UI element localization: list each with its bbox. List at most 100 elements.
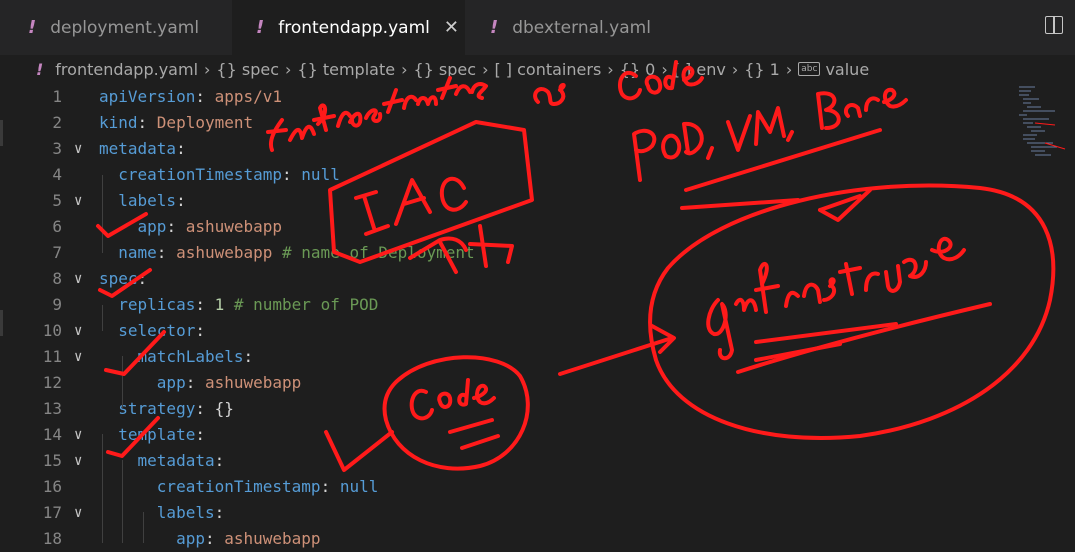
chevron-down-icon[interactable]: ∨ (74, 448, 82, 474)
line-number: 12 (42, 373, 62, 392)
tab-label: deployment.yaml (50, 17, 200, 38)
chevron-right-icon: › (731, 59, 739, 79)
breadcrumb-item[interactable]: value (825, 60, 869, 79)
code-text: metadata: (99, 448, 225, 474)
line-number: 11 (42, 347, 62, 366)
line-number: 10 (42, 321, 62, 340)
line-number: 3 (52, 139, 62, 158)
code-line[interactable]: 14 ∨ template: (0, 422, 900, 448)
code-line[interactable]: 5 ∨ labels: (0, 188, 900, 214)
line-number: 18 (42, 529, 62, 548)
code-line[interactable]: 12 app: ashuwebapp (0, 370, 900, 396)
code-text: app: ashuwebapp (99, 526, 321, 552)
chevron-down-icon[interactable]: ∨ (74, 188, 82, 214)
code-line[interactable]: 18 app: ashuwebapp (0, 526, 900, 552)
chevron-down-icon[interactable]: ∨ (74, 344, 82, 370)
breadcrumb-item[interactable]: {} template (297, 60, 395, 79)
line-number: 17 (42, 503, 62, 522)
yaml-value: ashuwebapp (224, 529, 321, 548)
yaml-key: labels (99, 503, 215, 522)
yaml-key: metadata (99, 139, 177, 158)
line-number: 4 (52, 165, 62, 184)
line-number: 13 (42, 399, 62, 418)
yaml-value: null (339, 477, 379, 496)
chevron-right-icon: › (661, 59, 668, 79)
close-icon[interactable]: ✕ (444, 17, 459, 38)
line-number: 14 (42, 425, 62, 444)
yaml-value: {} (214, 399, 234, 418)
chevron-right-icon: › (204, 59, 211, 79)
code-line[interactable]: 9 replicas: 1 # number of POD (0, 292, 900, 318)
code-line[interactable]: 3 ∨ metadata: (0, 136, 900, 162)
yaml-key: creationTimestamp (99, 165, 283, 184)
chevron-down-icon[interactable]: ∨ (74, 318, 82, 344)
tab-frontendapp-yaml[interactable]: ! frontendapp.yaml ✕ (232, 0, 465, 55)
code-line[interactable]: 6 app: ashuwebapp (0, 214, 900, 240)
yaml-value: Deployment (156, 113, 254, 132)
chevron-down-icon[interactable]: ∨ (74, 422, 82, 448)
tab-label: frontendapp.yaml (278, 17, 430, 38)
code-line[interactable]: 15 ∨ metadata: (0, 448, 900, 474)
breadcrumb-item[interactable]: {} 0 (620, 60, 656, 79)
breadcrumb-item[interactable]: {} spec (216, 60, 279, 79)
code-line[interactable]: 13 strategy: {} (0, 396, 900, 422)
yaml-value: 1 (214, 295, 225, 314)
tab-deployment-yaml[interactable]: ! deployment.yaml (0, 0, 232, 55)
line-number: 7 (52, 243, 62, 262)
yaml-value: ashuwebapp (185, 217, 283, 236)
yaml-key: metadata (99, 451, 215, 470)
yaml-separator: : (204, 529, 225, 548)
chevron-down-icon[interactable]: ∨ (74, 266, 82, 292)
chevron-down-icon[interactable]: ∨ (74, 500, 82, 526)
yaml-key: matchLabels (99, 347, 244, 366)
code-line[interactable]: 17 ∨ labels: (0, 500, 900, 526)
yaml-key: creationTimestamp (99, 477, 321, 496)
code-line[interactable]: 8 ∨ spec: (0, 266, 900, 292)
code-text: app: ashuwebapp (99, 214, 283, 240)
code-line[interactable]: 11 ∨ matchLabels: (0, 344, 900, 370)
code-line[interactable]: 16 creationTimestamp: null (0, 474, 900, 500)
breadcrumb-item[interactable]: [ ] env (674, 60, 726, 79)
yaml-file-icon: ! (36, 59, 44, 79)
yaml-separator: : (176, 139, 186, 158)
code-text: selector: (99, 318, 205, 344)
string-value-icon: abc (798, 62, 821, 76)
code-line[interactable]: 2 kind: Deployment (0, 110, 900, 136)
line-number: 8 (52, 269, 62, 288)
yaml-separator: : (156, 243, 177, 262)
yaml-separator: : (282, 165, 302, 184)
minimap[interactable] (1005, 83, 1075, 173)
yaml-separator: : (214, 451, 225, 470)
yaml-separator: : (195, 321, 205, 340)
code-line[interactable]: 1 apiVersion: apps/v1 (0, 84, 900, 110)
indent-guide (122, 356, 123, 408)
breadcrumb-item[interactable]: [ ] containers (494, 60, 601, 79)
code-line[interactable]: 10 ∨ selector: (0, 318, 900, 344)
code-line[interactable]: 7 name: ashuwebapp # name of Deployment (0, 240, 900, 266)
code-text: labels: (99, 500, 224, 526)
breadcrumb-item[interactable]: {} spec (413, 60, 476, 79)
yaml-key: name (99, 243, 157, 262)
yaml-comment: # number of POD (224, 295, 379, 314)
indent-guide (102, 434, 103, 543)
line-number: 15 (42, 451, 62, 470)
breadcrumb-item[interactable]: {} 1 (744, 60, 780, 79)
yaml-key: selector (99, 321, 196, 340)
indent-guide (102, 175, 103, 253)
code-line[interactable]: 4 creationTimestamp: null (0, 162, 900, 188)
yaml-key: apiVersion (99, 87, 196, 106)
code-text: creationTimestamp: null (99, 474, 379, 500)
chevron-down-icon[interactable]: ∨ (74, 136, 82, 162)
indent-guide (102, 305, 103, 331)
line-number: 2 (52, 113, 62, 132)
breadcrumb-file[interactable]: frontendapp.yaml (55, 60, 198, 79)
code-text: apiVersion: apps/v1 (99, 84, 282, 110)
yaml-file-icon: ! (490, 17, 499, 38)
split-editor-icon[interactable] (1045, 16, 1063, 34)
line-number: 6 (52, 217, 62, 236)
tab-dbexternal-yaml[interactable]: ! dbexternal.yaml (466, 0, 684, 55)
chevron-right-icon: › (482, 59, 489, 79)
yaml-key: kind (99, 113, 138, 132)
tab-bar: ! deployment.yaml ! frontendapp.yaml ✕ !… (0, 0, 1075, 55)
yaml-value: ashuwebapp (204, 373, 302, 392)
